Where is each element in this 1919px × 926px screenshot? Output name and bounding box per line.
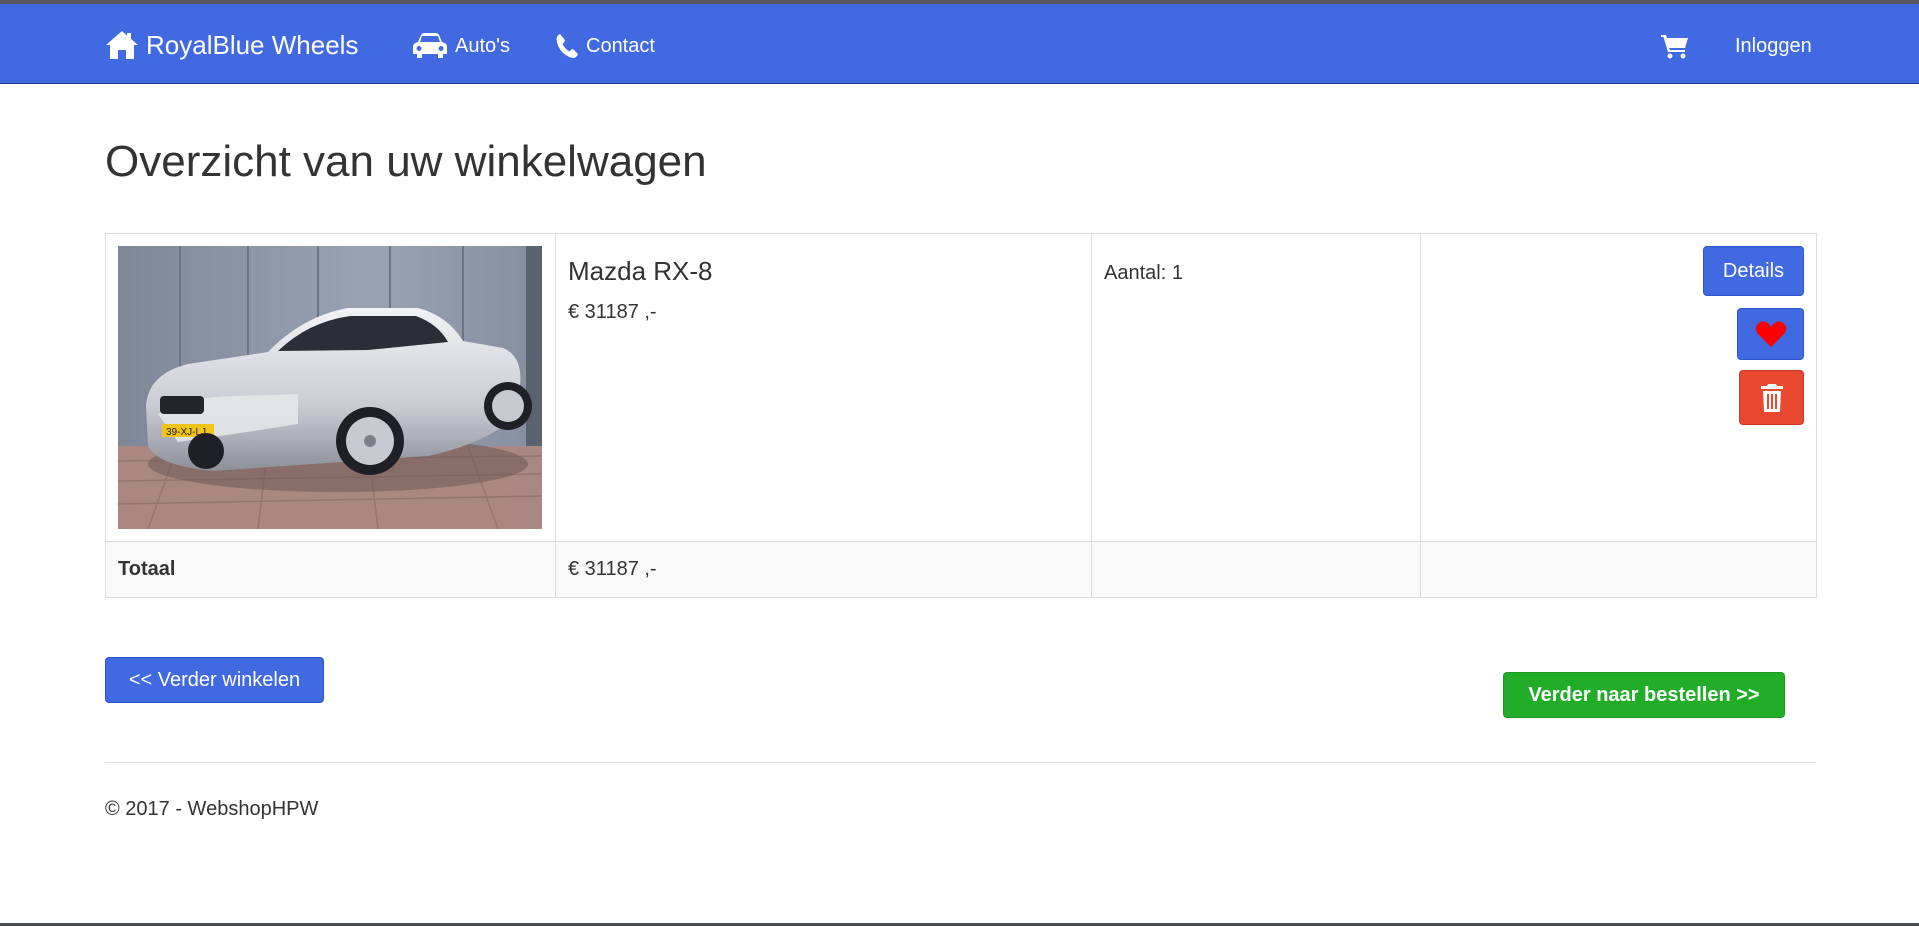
car-name: Mazda RX-8 xyxy=(568,256,713,286)
cart-item-actions: Details xyxy=(1433,246,1804,425)
footer-copyright: © 2017 - WebshopHPW xyxy=(105,798,319,820)
heart-icon xyxy=(1755,320,1787,348)
cart-item-row: 39-XJ-LJ Mazda RX-8 € 31187 ,- Aantal: 1… xyxy=(105,233,1817,542)
delete-button[interactable] xyxy=(1739,370,1804,425)
cart-link[interactable] xyxy=(1660,30,1690,62)
cart-item-info-cell: Mazda RX-8 € 31187 ,- xyxy=(555,233,1092,542)
navbar: RoyalBlue Wheels Auto's Contact Inloggen xyxy=(0,4,1919,84)
car-price: € 31187 ,- xyxy=(568,301,657,323)
cart-item-actions-cell: Details xyxy=(1420,233,1817,542)
cart-total-row: Totaal € 31187 ,- xyxy=(105,541,1817,598)
nav-contact-label: Contact xyxy=(586,34,655,57)
login-link[interactable]: Inloggen xyxy=(1735,30,1812,62)
car-photo: 39-XJ-LJ xyxy=(118,246,542,529)
trash-icon xyxy=(1759,383,1785,413)
total-empty-cell xyxy=(1420,541,1817,598)
proceed-to-order-button[interactable]: Verder naar bestellen >> xyxy=(1503,672,1785,718)
car-quantity: Aantal: 1 xyxy=(1091,233,1421,542)
favorite-button[interactable] xyxy=(1737,308,1804,360)
cart-table: 39-XJ-LJ Mazda RX-8 € 31187 ,- Aantal: 1… xyxy=(105,233,1817,598)
total-empty-cell xyxy=(1091,541,1421,598)
shopping-cart-icon xyxy=(1660,33,1690,59)
continue-shopping-button[interactable]: << Verder winkelen xyxy=(105,657,324,703)
car-icon xyxy=(412,32,455,60)
home-icon xyxy=(105,30,146,60)
nav-contact[interactable]: Contact xyxy=(555,30,655,62)
details-button[interactable]: Details xyxy=(1703,246,1804,296)
page-title: Overzicht van uw winkelwagen xyxy=(105,137,707,186)
phone-icon xyxy=(555,33,586,59)
footer-divider xyxy=(105,762,1816,763)
total-value: € 31187 ,- xyxy=(555,541,1092,598)
cart-item-image-cell: 39-XJ-LJ xyxy=(105,233,556,542)
total-label: Totaal xyxy=(105,541,556,598)
brand-name: RoyalBlue Wheels xyxy=(146,29,359,60)
nav-autos[interactable]: Auto's xyxy=(412,30,510,62)
nav-autos-label: Auto's xyxy=(455,34,510,57)
brand-link[interactable]: RoyalBlue Wheels xyxy=(105,26,358,64)
